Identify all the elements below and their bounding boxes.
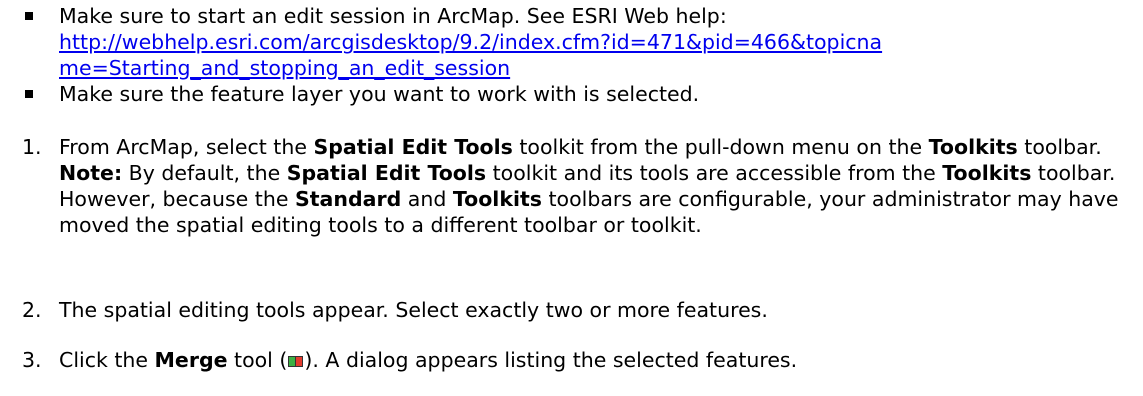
esri-help-link[interactable]: http://webhelp.esri.com/arcgisdesktop/9.…: [59, 30, 882, 80]
step-text: From ArcMap, select the Spatial Edit Too…: [59, 135, 1119, 237]
step-number: 2.: [22, 298, 42, 322]
merge-tool-icon: +: [288, 354, 304, 369]
step-text: The spatial editing tools appear. Select…: [59, 298, 768, 322]
ui-term-toolkits: Toolkits: [452, 187, 542, 211]
help-link-line-2[interactable]: me=Starting_and_stopping_an_edit_session: [59, 56, 510, 80]
ui-term-toolkits: Toolkits: [928, 135, 1018, 159]
note-label: Note:: [59, 161, 123, 185]
ui-term-standard: Standard: [294, 187, 402, 211]
ui-term-spatial-edit-tools: Spatial Edit Tools: [313, 135, 513, 159]
ui-term-merge: Merge: [154, 348, 228, 372]
ui-term-spatial-edit-tools: Spatial Edit Tools: [286, 161, 487, 185]
ui-term-toolkits: Toolkits: [942, 161, 1032, 185]
step-text: Click the Merge tool (+). A dialog appea…: [59, 348, 798, 372]
step-number: 1.: [22, 135, 42, 159]
bullet-text-prefix: Make sure to start an edit session in Ar…: [59, 4, 727, 28]
bullet-square: [25, 90, 33, 98]
step-number: 3.: [22, 348, 42, 372]
bullet-text: Make sure to start an edit session in Ar…: [59, 3, 1139, 81]
bullet-text: Make sure the feature layer you want to …: [59, 82, 700, 106]
help-link-line-1[interactable]: http://webhelp.esri.com/arcgisdesktop/9.…: [59, 30, 882, 54]
bullet-square: [25, 12, 33, 20]
